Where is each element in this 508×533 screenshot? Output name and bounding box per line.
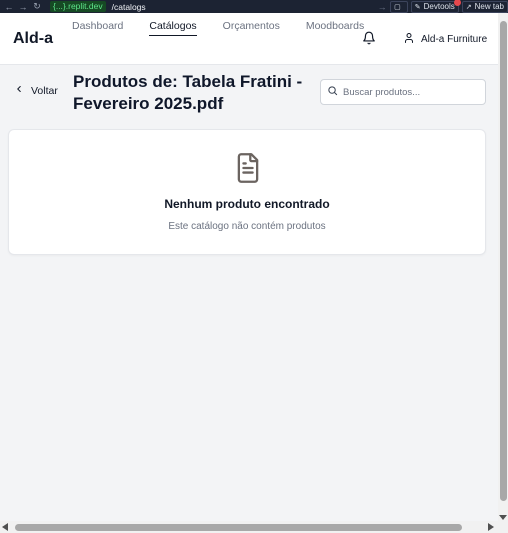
nav-item-dashboard[interactable]: Dashboard <box>72 20 123 32</box>
nav-item-catalogos[interactable]: Catálogos <box>149 20 197 36</box>
devtools-button[interactable]: ✎ Devtools <box>410 0 461 13</box>
nav-item-orcamentos[interactable]: Orçamentos <box>223 20 280 32</box>
back-arrow-icon[interactable]: ← <box>4 2 14 12</box>
open-url-arrow-icon[interactable]: → <box>377 2 387 12</box>
external-link-icon: ↗ <box>465 3 472 11</box>
scroll-left-arrow-icon[interactable] <box>2 523 8 531</box>
empty-state-title: Nenhum produto encontrado <box>164 197 330 211</box>
main-nav: Dashboard Catálogos Orçamentos Moodboard… <box>72 20 364 36</box>
devtools-label: Devtools <box>423 2 455 11</box>
file-text-icon <box>234 152 262 184</box>
empty-state-card: Nenhum produto encontrado Este catálogo … <box>8 129 486 255</box>
pencil-icon: ✎ <box>414 3 421 11</box>
new-tab-label: New tab <box>474 2 504 11</box>
horizontal-scrollbar[interactable] <box>0 521 508 533</box>
app-header: Ald-a Dashboard Catálogos Orçamentos Moo… <box>0 13 498 65</box>
back-label: Voltar <box>31 84 58 97</box>
screen-icon-button[interactable]: ▢ <box>390 0 408 13</box>
forward-arrow-icon[interactable]: → <box>18 2 28 12</box>
chevron-left-icon <box>14 84 24 97</box>
nav-item-moodboards[interactable]: Moodboards <box>306 20 364 32</box>
vertical-scrollbar[interactable] <box>498 13 508 521</box>
account-name: Ald-a Furniture <box>421 34 488 45</box>
product-search-input[interactable] <box>343 86 483 98</box>
product-search-box[interactable] <box>320 79 486 105</box>
vertical-scroll-thumb[interactable] <box>500 21 507 501</box>
scroll-down-arrow-icon[interactable] <box>499 515 507 520</box>
app-logo[interactable]: Ald-a <box>13 30 53 48</box>
page-title: Produtos de: Tabela Fratini - Fevereiro … <box>73 72 303 113</box>
user-icon <box>403 32 415 47</box>
account-menu[interactable]: Ald-a Furniture <box>403 32 487 47</box>
browser-toolbar: ← → ↻ {...}.replit.dev /catalogs → ▢ ✎ D… <box>0 0 508 13</box>
url-host[interactable]: {...}.replit.dev <box>50 1 106 12</box>
url-path[interactable]: /catalogs <box>112 2 146 12</box>
monitor-icon: ▢ <box>394 3 401 11</box>
browser-actions: → ▢ ✎ Devtools ↗ New tab <box>373 0 508 13</box>
search-icon <box>327 83 338 101</box>
reload-icon[interactable]: ↻ <box>32 1 42 12</box>
new-tab-button[interactable]: ↗ New tab <box>461 0 508 13</box>
empty-state-subtitle: Este catálogo não contém produtos <box>168 221 326 232</box>
scroll-right-arrow-icon[interactable] <box>488 523 494 531</box>
bell-icon[interactable] <box>362 31 376 45</box>
back-button[interactable]: Voltar <box>14 84 58 97</box>
notification-badge <box>453 0 461 6</box>
horizontal-scroll-thumb[interactable] <box>15 524 462 531</box>
